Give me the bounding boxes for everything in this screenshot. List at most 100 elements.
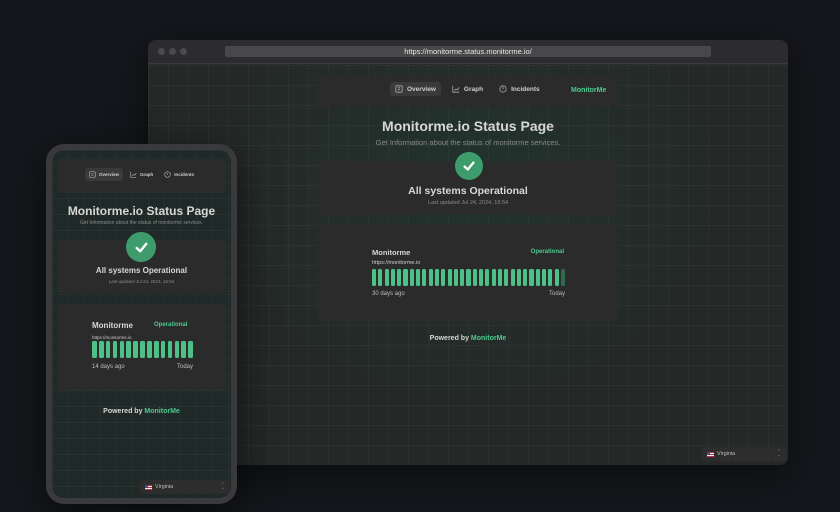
mobile-monitor-url[interactable]: https://monitorme.io xyxy=(92,335,132,340)
uptime-bar-up[interactable] xyxy=(453,269,458,286)
uptime-bar-up[interactable] xyxy=(188,341,193,358)
page-subtitle: Get Information about the status of moni… xyxy=(375,138,561,147)
top-nav: Overview Graph Incidents MonitorMe xyxy=(318,75,618,107)
mobile-powered-brand-link[interactable]: MonitorMe xyxy=(144,408,179,415)
uptime-bar-up[interactable] xyxy=(384,269,389,286)
address-bar[interactable]: https://monitorme.status.monitorme.io/ xyxy=(225,46,711,57)
uptime-bar-up[interactable] xyxy=(428,269,433,286)
uptime-bar-up[interactable] xyxy=(92,341,97,358)
uptime-bar-up[interactable] xyxy=(466,269,471,286)
uptime-bar-up[interactable] xyxy=(542,269,547,286)
uptime-bar-up[interactable] xyxy=(510,269,515,286)
uptime-bar-up[interactable] xyxy=(416,269,421,286)
uptime-bar-up[interactable] xyxy=(174,341,180,358)
uptime-bar-up[interactable] xyxy=(181,341,187,358)
uptime-bar-up[interactable] xyxy=(133,341,138,358)
mobile-region-selector[interactable]: Virginia ⌃ ⌄ xyxy=(140,480,230,494)
page-viewport: Overview Graph Incidents MonitorMe Monit… xyxy=(148,65,788,465)
region-selector[interactable]: Virginia ⌃ ⌄ xyxy=(702,447,786,461)
powered-brand-link[interactable]: MonitorMe xyxy=(471,335,506,342)
tab-overview[interactable]: Overview xyxy=(390,82,441,96)
uptime-bar-up[interactable] xyxy=(472,269,477,286)
clock-icon xyxy=(164,171,171,178)
us-flag-icon xyxy=(145,484,152,490)
uptime-bar-up[interactable] xyxy=(153,341,159,358)
uptime-bar-up[interactable] xyxy=(434,269,440,286)
check-icon xyxy=(455,152,483,180)
close-dot[interactable] xyxy=(158,48,165,55)
uptime-bar-up[interactable] xyxy=(126,341,132,358)
uptime-bar-up[interactable] xyxy=(485,269,490,286)
uptime-bar-up[interactable] xyxy=(535,269,540,286)
mobile-uptime-range: 14 days ago Today xyxy=(92,364,193,370)
uptime-bar-up[interactable] xyxy=(516,269,521,286)
graph-icon xyxy=(452,85,460,93)
uptime-bar-up[interactable] xyxy=(548,269,553,286)
tab-incidents[interactable]: Incidents xyxy=(494,82,545,96)
uptime-bar-up[interactable] xyxy=(105,341,111,358)
mobile-powered-by: Powered by MonitorMe xyxy=(57,408,226,415)
mobile-tab-incidents[interactable]: Incidents xyxy=(160,168,198,181)
uptime-bar-up[interactable] xyxy=(378,269,383,286)
mobile-monitor-name: Monitorme xyxy=(92,321,133,330)
select-arrows-icon: ⌃ ⌄ xyxy=(220,482,225,491)
uptime-bar-up[interactable] xyxy=(409,269,414,286)
uptime-bar-up[interactable] xyxy=(98,341,104,358)
mobile-footer: Powered by MonitorMe xyxy=(57,408,226,420)
mobile-tab-overview-label: Overview xyxy=(99,172,120,177)
mobile-tab-graph-label: Graph xyxy=(140,172,154,177)
uptime-bar-up[interactable] xyxy=(160,341,166,358)
uptime-bar-up[interactable] xyxy=(441,269,446,286)
uptime-bar-up[interactable] xyxy=(497,269,503,286)
overview-icon xyxy=(395,85,403,93)
uptime-bar-no-data[interactable] xyxy=(560,269,566,286)
mobile-top-nav: Overview Graph Incidents xyxy=(57,159,226,193)
brand-logo[interactable]: MonitorMe xyxy=(571,87,606,94)
uptime-bar-up[interactable] xyxy=(403,269,408,286)
uptime-bar-up[interactable] xyxy=(147,341,152,358)
uptime-bar-up[interactable] xyxy=(479,269,484,286)
us-flag-icon xyxy=(707,451,714,457)
window-controls xyxy=(158,48,187,55)
status-card: All systems Operational Last updated Jul… xyxy=(318,152,618,215)
powered-prefix: Powered by xyxy=(429,335,469,342)
uptime-bar-up[interactable] xyxy=(390,269,395,286)
tab-overview-label: Overview xyxy=(407,85,436,93)
status-title: All systems Operational xyxy=(408,185,528,197)
monitor-card: Monitorme Operational https://monitorme.… xyxy=(318,224,618,321)
page-title: Monitorme.io Status Page xyxy=(382,118,554,134)
browser-window: https://monitorme.status.monitorme.io/ O… xyxy=(148,40,788,465)
phone-frame: Overview Graph Incidents Monitorme.io St… xyxy=(46,144,237,504)
uptime-bar-up[interactable] xyxy=(112,341,118,358)
uptime-bar-up[interactable] xyxy=(140,341,145,358)
mobile-page-title: Monitorme.io Status Page xyxy=(67,204,216,218)
maximize-dot[interactable] xyxy=(180,48,187,55)
range-end: Today xyxy=(548,291,565,297)
uptime-bar-up[interactable] xyxy=(491,269,496,286)
uptime-range: 30 days ago Today xyxy=(372,291,565,297)
uptime-bar-up[interactable] xyxy=(397,269,402,286)
mobile-status-card: All systems Operational Last updated Jul… xyxy=(57,232,226,293)
monitor-url[interactable]: https://monitorme.io xyxy=(372,260,420,266)
uptime-bar-up[interactable] xyxy=(422,269,427,286)
uptime-bar-up[interactable] xyxy=(504,269,509,286)
mobile-range-start: 14 days ago xyxy=(92,364,125,370)
mobile-range-end: Today xyxy=(176,364,193,370)
mobile-tab-graph[interactable]: Graph xyxy=(126,168,157,181)
mobile-viewport: Overview Graph Incidents Monitorme.io St… xyxy=(52,150,231,498)
uptime-bar-up[interactable] xyxy=(119,341,125,358)
uptime-bar-up[interactable] xyxy=(554,269,559,286)
uptime-bar-up[interactable] xyxy=(523,269,528,286)
uptime-bar-up[interactable] xyxy=(167,341,173,358)
uptime-bar-up[interactable] xyxy=(447,269,452,286)
mobile-uptime-bars xyxy=(92,341,193,358)
mobile-last-updated: Last updated Jul 24, 2024, 16:54 xyxy=(108,279,175,284)
uptime-bar-up[interactable] xyxy=(372,269,377,286)
mobile-tab-overview[interactable]: Overview xyxy=(85,168,124,181)
nav-tabs: Overview Graph Incidents xyxy=(390,82,545,96)
tab-graph[interactable]: Graph xyxy=(447,82,488,96)
uptime-bar-up[interactable] xyxy=(460,269,465,286)
select-arrows-icon: ⌃ ⌄ xyxy=(776,449,781,458)
minimize-dot[interactable] xyxy=(169,48,176,55)
uptime-bar-up[interactable] xyxy=(529,269,534,286)
